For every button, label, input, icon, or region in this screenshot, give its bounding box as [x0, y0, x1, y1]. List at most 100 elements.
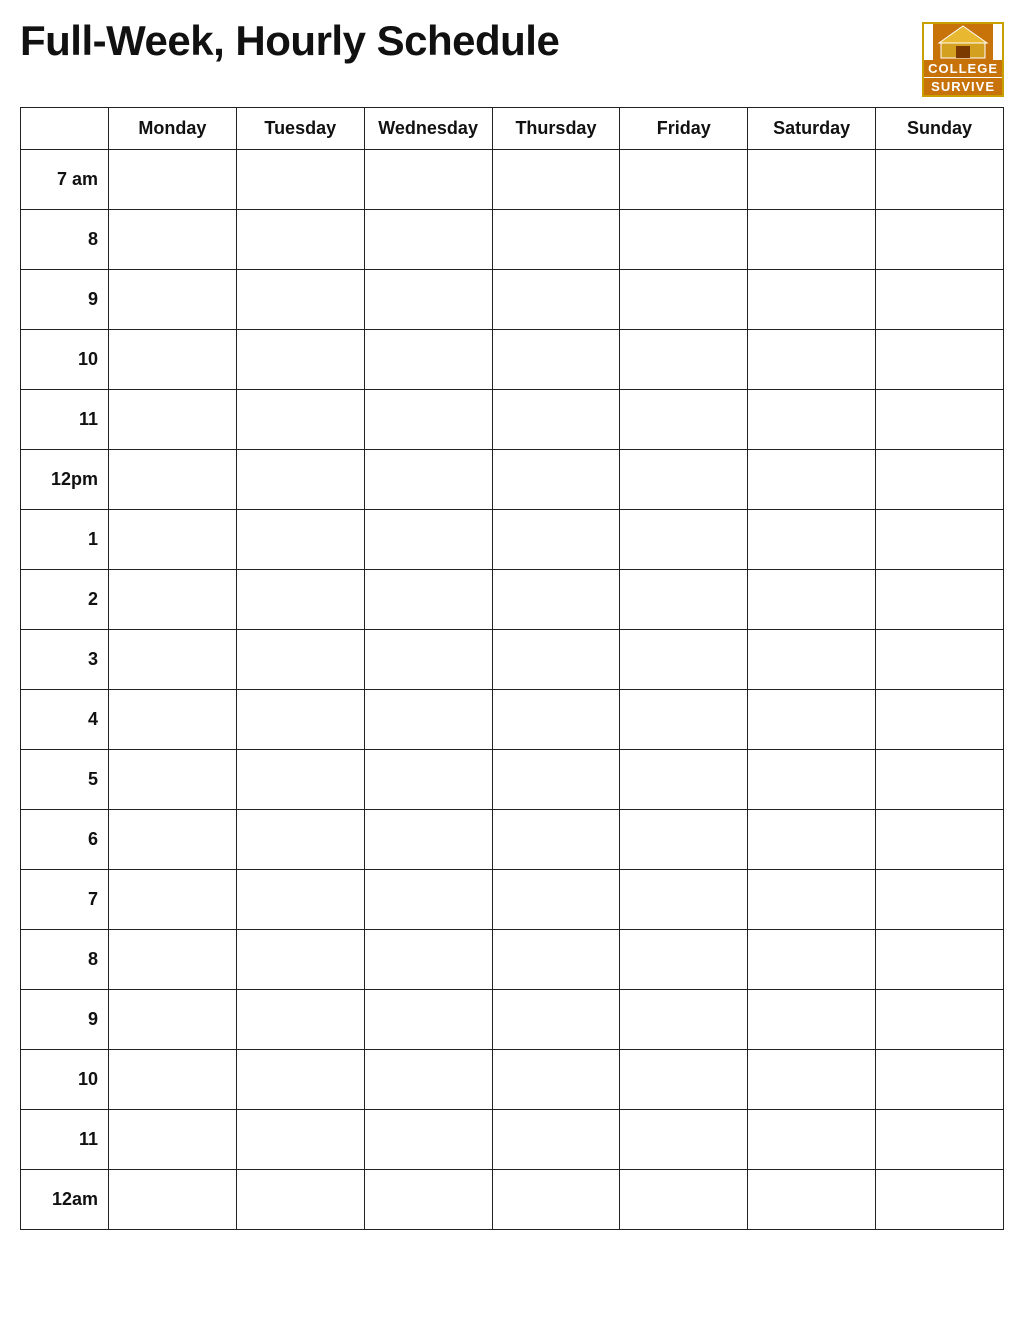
- schedule-cell[interactable]: [748, 510, 876, 570]
- schedule-cell[interactable]: [876, 1110, 1004, 1170]
- schedule-cell[interactable]: [236, 210, 364, 270]
- schedule-cell[interactable]: [364, 630, 492, 690]
- schedule-cell[interactable]: [236, 1110, 364, 1170]
- schedule-cell[interactable]: [876, 930, 1004, 990]
- schedule-cell[interactable]: [236, 630, 364, 690]
- schedule-cell[interactable]: [364, 1110, 492, 1170]
- schedule-cell[interactable]: [620, 1170, 748, 1230]
- schedule-cell[interactable]: [364, 510, 492, 570]
- schedule-cell[interactable]: [492, 450, 620, 510]
- schedule-cell[interactable]: [109, 990, 237, 1050]
- schedule-cell[interactable]: [748, 1050, 876, 1110]
- schedule-cell[interactable]: [492, 870, 620, 930]
- schedule-cell[interactable]: [492, 990, 620, 1050]
- schedule-cell[interactable]: [364, 870, 492, 930]
- schedule-cell[interactable]: [620, 150, 748, 210]
- schedule-cell[interactable]: [620, 270, 748, 330]
- schedule-cell[interactable]: [748, 750, 876, 810]
- schedule-cell[interactable]: [364, 930, 492, 990]
- schedule-cell[interactable]: [620, 330, 748, 390]
- schedule-cell[interactable]: [748, 930, 876, 990]
- schedule-cell[interactable]: [109, 810, 237, 870]
- schedule-cell[interactable]: [876, 330, 1004, 390]
- schedule-cell[interactable]: [876, 990, 1004, 1050]
- schedule-cell[interactable]: [109, 390, 237, 450]
- schedule-cell[interactable]: [109, 1050, 237, 1110]
- schedule-cell[interactable]: [364, 1170, 492, 1230]
- schedule-cell[interactable]: [620, 870, 748, 930]
- schedule-cell[interactable]: [364, 270, 492, 330]
- schedule-cell[interactable]: [109, 210, 237, 270]
- schedule-cell[interactable]: [748, 150, 876, 210]
- schedule-cell[interactable]: [620, 450, 748, 510]
- schedule-cell[interactable]: [492, 330, 620, 390]
- schedule-cell[interactable]: [364, 570, 492, 630]
- schedule-cell[interactable]: [364, 750, 492, 810]
- schedule-cell[interactable]: [620, 390, 748, 450]
- schedule-cell[interactable]: [236, 570, 364, 630]
- schedule-cell[interactable]: [492, 390, 620, 450]
- schedule-cell[interactable]: [236, 1050, 364, 1110]
- schedule-cell[interactable]: [109, 1110, 237, 1170]
- schedule-cell[interactable]: [236, 510, 364, 570]
- schedule-cell[interactable]: [748, 270, 876, 330]
- schedule-cell[interactable]: [876, 630, 1004, 690]
- schedule-cell[interactable]: [236, 450, 364, 510]
- schedule-cell[interactable]: [876, 570, 1004, 630]
- schedule-cell[interactable]: [364, 450, 492, 510]
- schedule-cell[interactable]: [236, 750, 364, 810]
- schedule-cell[interactable]: [364, 390, 492, 450]
- schedule-cell[interactable]: [620, 930, 748, 990]
- schedule-cell[interactable]: [492, 750, 620, 810]
- schedule-cell[interactable]: [748, 570, 876, 630]
- schedule-cell[interactable]: [492, 150, 620, 210]
- schedule-cell[interactable]: [236, 810, 364, 870]
- schedule-cell[interactable]: [748, 810, 876, 870]
- schedule-cell[interactable]: [109, 510, 237, 570]
- schedule-cell[interactable]: [620, 1050, 748, 1110]
- schedule-cell[interactable]: [876, 210, 1004, 270]
- schedule-cell[interactable]: [109, 870, 237, 930]
- schedule-cell[interactable]: [620, 510, 748, 570]
- schedule-cell[interactable]: [364, 990, 492, 1050]
- schedule-cell[interactable]: [620, 750, 748, 810]
- schedule-cell[interactable]: [876, 690, 1004, 750]
- schedule-cell[interactable]: [748, 1110, 876, 1170]
- schedule-cell[interactable]: [492, 810, 620, 870]
- schedule-cell[interactable]: [748, 870, 876, 930]
- schedule-cell[interactable]: [236, 390, 364, 450]
- schedule-cell[interactable]: [109, 630, 237, 690]
- schedule-cell[interactable]: [236, 690, 364, 750]
- schedule-cell[interactable]: [236, 270, 364, 330]
- schedule-cell[interactable]: [748, 1170, 876, 1230]
- schedule-cell[interactable]: [876, 1050, 1004, 1110]
- schedule-cell[interactable]: [236, 870, 364, 930]
- schedule-cell[interactable]: [748, 210, 876, 270]
- schedule-cell[interactable]: [109, 450, 237, 510]
- schedule-cell[interactable]: [620, 690, 748, 750]
- schedule-cell[interactable]: [109, 1170, 237, 1230]
- schedule-cell[interactable]: [364, 1050, 492, 1110]
- schedule-cell[interactable]: [364, 150, 492, 210]
- schedule-cell[interactable]: [748, 690, 876, 750]
- schedule-cell[interactable]: [109, 690, 237, 750]
- schedule-cell[interactable]: [492, 510, 620, 570]
- schedule-cell[interactable]: [620, 1110, 748, 1170]
- schedule-cell[interactable]: [236, 1170, 364, 1230]
- schedule-cell[interactable]: [109, 330, 237, 390]
- schedule-cell[interactable]: [492, 1170, 620, 1230]
- schedule-cell[interactable]: [876, 870, 1004, 930]
- schedule-cell[interactable]: [876, 150, 1004, 210]
- schedule-cell[interactable]: [236, 930, 364, 990]
- schedule-cell[interactable]: [364, 690, 492, 750]
- schedule-cell[interactable]: [364, 810, 492, 870]
- schedule-cell[interactable]: [492, 1110, 620, 1170]
- schedule-cell[interactable]: [876, 390, 1004, 450]
- schedule-cell[interactable]: [492, 630, 620, 690]
- schedule-cell[interactable]: [364, 210, 492, 270]
- schedule-cell[interactable]: [109, 270, 237, 330]
- schedule-cell[interactable]: [109, 150, 237, 210]
- schedule-cell[interactable]: [620, 210, 748, 270]
- schedule-cell[interactable]: [109, 930, 237, 990]
- schedule-cell[interactable]: [748, 450, 876, 510]
